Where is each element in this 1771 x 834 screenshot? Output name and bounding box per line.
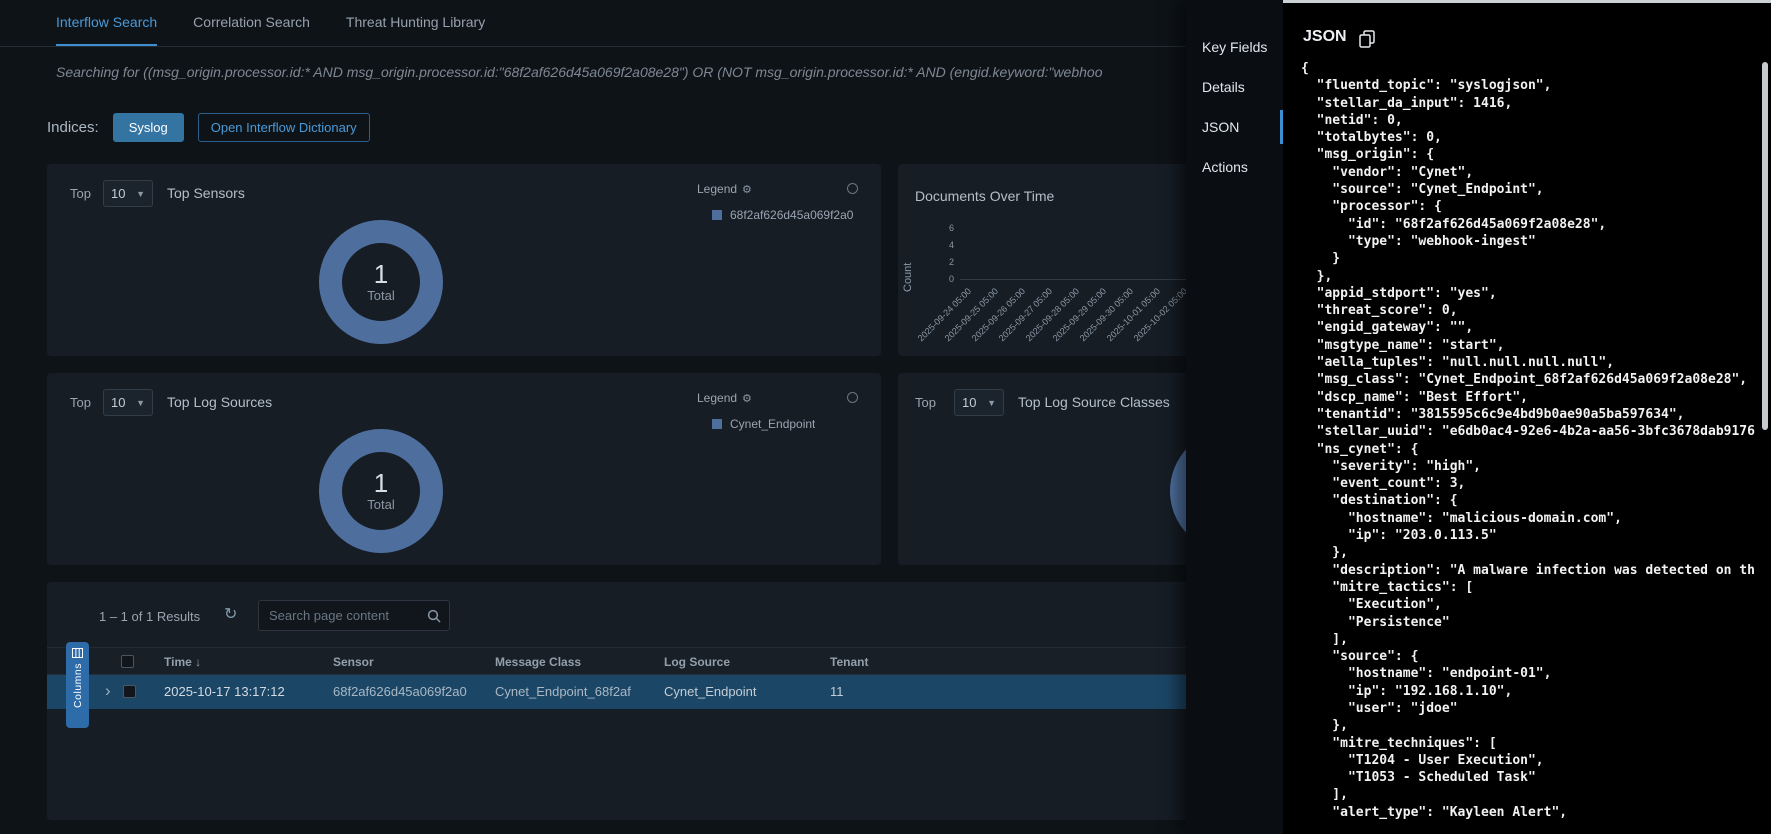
- search-icon: [427, 609, 441, 623]
- vertical-scrollbar-thumb[interactable]: [1762, 62, 1768, 430]
- legend-settings-icon[interactable]: ⚙: [742, 183, 752, 196]
- top-n-label: Top: [70, 186, 91, 201]
- x-axis-line: [960, 279, 1212, 280]
- index-syslog-button[interactable]: Syslog: [113, 113, 184, 142]
- top-scrollbar[interactable]: [1283, 0, 1771, 3]
- legend-swatch: [712, 419, 722, 429]
- refresh-icon[interactable]: ↻: [224, 604, 237, 624]
- legend-header: Legend ⚙: [697, 391, 752, 405]
- row-expand-icon[interactable]: ›: [105, 681, 111, 701]
- table-row[interactable]: › 2025-10-17 13:17:12 68f2af626d45a069f2…: [47, 675, 1317, 709]
- cell-log-source: Cynet_Endpoint: [664, 684, 757, 699]
- panel-title: Top Sensors: [167, 185, 245, 201]
- cell-message-class: Cynet_Endpoint_68f2af: [495, 684, 653, 699]
- sort-desc-icon: ↓: [195, 655, 201, 669]
- legend-item[interactable]: Cynet_Endpoint: [712, 417, 815, 431]
- donut-segment[interactable]: [319, 220, 443, 344]
- results-panel: 1 – 1 of 1 Results ↻ Time ↓ Sensor Messa…: [47, 582, 1317, 820]
- top-sensors-donut-chart: 1 Total: [319, 220, 443, 344]
- y-tick: 6: [920, 223, 954, 233]
- top-n-label: Top: [70, 395, 91, 410]
- json-content: { "fluentd_topic": "syslogjson", "stella…: [1301, 60, 1759, 834]
- indices-row: Indices: Syslog Open Interflow Dictionar…: [47, 113, 370, 142]
- flyout-nav: Key Fields Details JSON Actions: [1186, 0, 1283, 834]
- panel-options-icon[interactable]: [847, 392, 858, 403]
- cell-tenant: 11: [830, 684, 844, 699]
- json-view: JSON { "fluentd_topic": "syslogjson", "s…: [1283, 0, 1771, 834]
- flyout-tab-json[interactable]: JSON: [1186, 107, 1283, 147]
- top-n-select[interactable]: 10 ▼: [103, 180, 153, 207]
- donut-segment[interactable]: [319, 429, 443, 553]
- y-tick: 4: [920, 240, 954, 250]
- y-tick: 0: [920, 274, 954, 284]
- cell-time: 2025-10-17 13:17:12: [164, 684, 285, 699]
- y-axis-label: Count: [902, 222, 914, 292]
- column-header-message-class[interactable]: Message Class: [495, 655, 581, 669]
- top-log-sources-panel: Top 10 ▼ Top Log Sources Legend ⚙ Cynet_…: [47, 373, 881, 565]
- tab-correlation-search[interactable]: Correlation Search: [193, 0, 310, 46]
- y-tick: 2: [920, 257, 954, 267]
- column-header-tenant[interactable]: Tenant: [830, 655, 868, 669]
- table-columns-icon: [72, 648, 83, 658]
- column-header-log-source[interactable]: Log Source: [664, 655, 730, 669]
- results-count: 1 – 1 of 1 Results: [99, 609, 200, 624]
- copy-icon[interactable]: [1359, 30, 1375, 53]
- legend-swatch: [712, 210, 722, 220]
- chevron-down-icon: ▼: [136, 398, 145, 408]
- json-section-title: JSON: [1303, 28, 1347, 46]
- columns-button[interactable]: Columns: [66, 642, 89, 728]
- page-content-search: [258, 600, 450, 631]
- flyout-tab-actions[interactable]: Actions: [1186, 147, 1283, 187]
- legend-item[interactable]: 68f2af626d45a069f2a0: [712, 208, 853, 222]
- indices-label: Indices:: [47, 119, 99, 136]
- select-all-checkbox[interactable]: [121, 655, 134, 668]
- top-n-select[interactable]: 10 ▼: [954, 389, 1004, 416]
- open-interflow-dictionary-button[interactable]: Open Interflow Dictionary: [198, 113, 370, 142]
- results-table-header: Time ↓ Sensor Message Class Log Source T…: [47, 647, 1317, 675]
- row-checkbox[interactable]: [123, 685, 136, 698]
- chevron-down-icon: ▼: [987, 398, 996, 408]
- legend-header: Legend ⚙: [697, 182, 752, 196]
- cell-sensor: 68f2af626d45a069f2a0: [333, 684, 483, 699]
- top-n-select[interactable]: 10 ▼: [103, 389, 153, 416]
- search-input[interactable]: [258, 600, 450, 631]
- panel-options-icon[interactable]: [847, 183, 858, 194]
- flyout-tab-key-fields[interactable]: Key Fields: [1186, 27, 1283, 67]
- column-header-time[interactable]: Time ↓: [164, 655, 201, 669]
- flyout-tab-details[interactable]: Details: [1186, 67, 1283, 107]
- tab-interflow-search[interactable]: Interflow Search: [56, 0, 157, 46]
- panel-title: Documents Over Time: [915, 188, 1054, 204]
- legend-settings-icon[interactable]: ⚙: [742, 392, 752, 405]
- panel-title: Top Log Sources: [167, 394, 272, 410]
- panel-title: Top Log Source Classes: [1018, 394, 1170, 410]
- chevron-down-icon: ▼: [136, 189, 145, 199]
- column-header-sensor[interactable]: Sensor: [333, 655, 374, 669]
- top-n-label: Top: [915, 395, 936, 410]
- record-detail-flyout: Key Fields Details JSON Actions JSON { "…: [1186, 0, 1771, 834]
- top-log-sources-donut-chart: 1 Total: [319, 429, 443, 553]
- top-sensors-panel: Top 10 ▼ Top Sensors Legend ⚙ 68f2af626d…: [47, 164, 881, 356]
- tab-threat-hunting-library[interactable]: Threat Hunting Library: [346, 0, 485, 46]
